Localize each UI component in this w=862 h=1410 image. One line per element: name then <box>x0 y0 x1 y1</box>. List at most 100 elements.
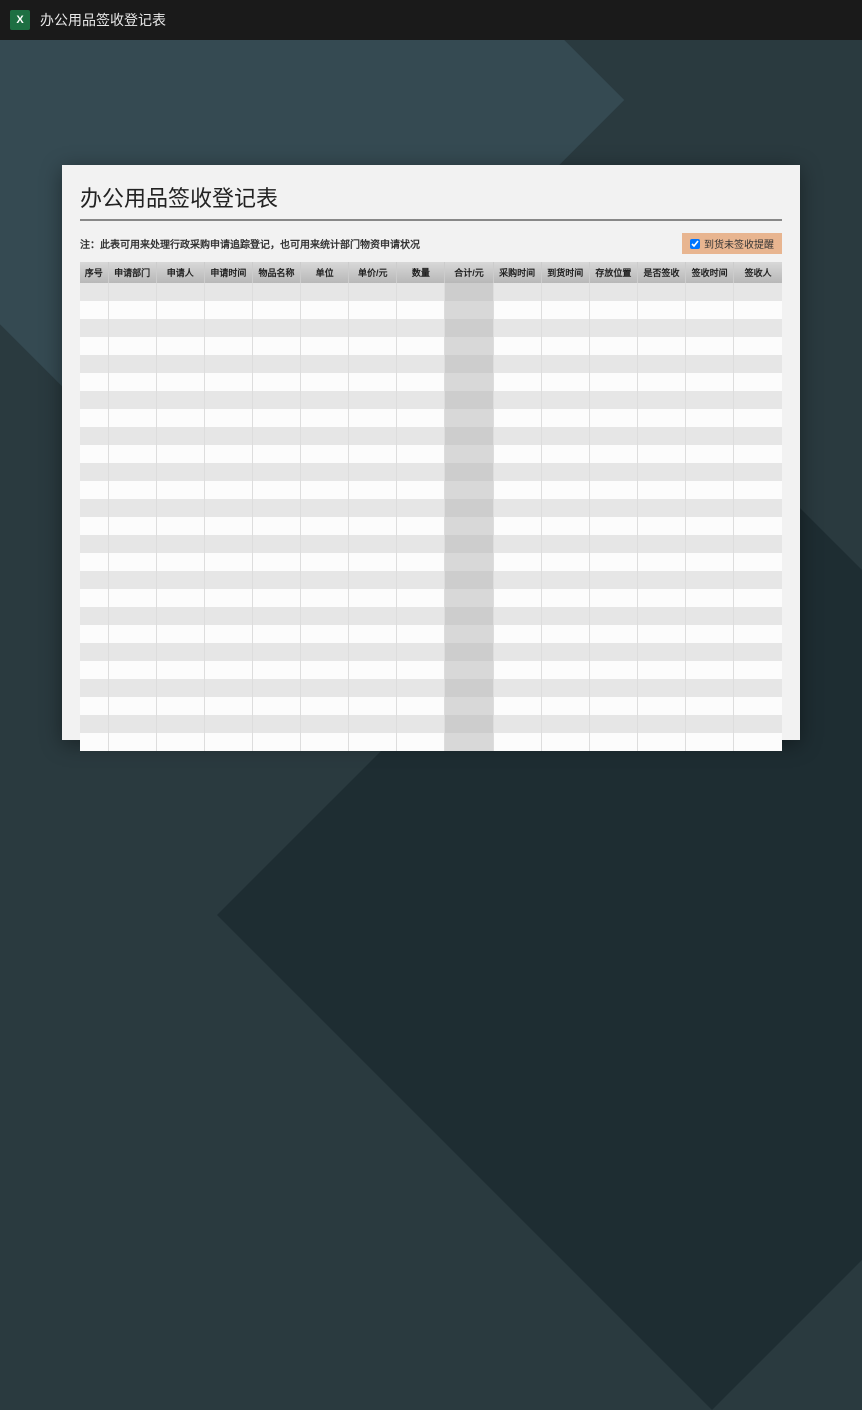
table-cell[interactable] <box>156 481 204 499</box>
table-cell[interactable] <box>349 607 397 625</box>
table-cell[interactable] <box>734 661 782 679</box>
table-cell[interactable] <box>156 499 204 517</box>
table-cell[interactable] <box>445 733 493 751</box>
table-cell[interactable] <box>637 337 685 355</box>
table-cell[interactable] <box>252 355 300 373</box>
table-cell[interactable] <box>301 319 349 337</box>
table-cell[interactable] <box>589 391 637 409</box>
table-cell[interactable] <box>204 373 252 391</box>
table-cell[interactable] <box>637 427 685 445</box>
table-cell[interactable] <box>252 373 300 391</box>
table-cell[interactable] <box>637 355 685 373</box>
table-cell[interactable] <box>637 445 685 463</box>
table-cell[interactable] <box>80 679 108 697</box>
table-cell[interactable] <box>301 733 349 751</box>
table-cell[interactable] <box>301 337 349 355</box>
table-cell[interactable] <box>541 571 589 589</box>
table-cell[interactable] <box>734 373 782 391</box>
table-cell[interactable] <box>493 733 541 751</box>
table-cell[interactable] <box>541 607 589 625</box>
table-cell[interactable] <box>108 445 156 463</box>
table-cell[interactable] <box>156 661 204 679</box>
table-cell[interactable] <box>301 535 349 553</box>
table-cell[interactable] <box>204 697 252 715</box>
table-cell[interactable] <box>493 517 541 535</box>
table-cell[interactable] <box>156 427 204 445</box>
table-cell[interactable] <box>204 481 252 499</box>
table-cell[interactable] <box>108 427 156 445</box>
table-cell[interactable] <box>541 661 589 679</box>
table-cell[interactable] <box>204 535 252 553</box>
table-cell[interactable] <box>493 589 541 607</box>
table-cell[interactable] <box>397 283 445 301</box>
table-cell[interactable] <box>349 499 397 517</box>
table-cell[interactable] <box>301 373 349 391</box>
table-cell[interactable] <box>445 589 493 607</box>
table-cell[interactable] <box>301 517 349 535</box>
table-cell[interactable] <box>301 355 349 373</box>
table-cell[interactable] <box>156 391 204 409</box>
table-cell[interactable] <box>734 283 782 301</box>
table-cell[interactable] <box>589 733 637 751</box>
table-cell[interactable] <box>589 283 637 301</box>
table-cell[interactable] <box>80 283 108 301</box>
table-cell[interactable] <box>397 697 445 715</box>
table-cell[interactable] <box>734 301 782 319</box>
table-cell[interactable] <box>156 319 204 337</box>
table-cell[interactable] <box>686 607 734 625</box>
table-cell[interactable] <box>204 715 252 733</box>
table-cell[interactable] <box>637 733 685 751</box>
table-cell[interactable] <box>252 517 300 535</box>
table-cell[interactable] <box>397 625 445 643</box>
table-cell[interactable] <box>301 589 349 607</box>
table-cell[interactable] <box>493 391 541 409</box>
table-cell[interactable] <box>541 625 589 643</box>
table-cell[interactable] <box>204 625 252 643</box>
table-cell[interactable] <box>445 391 493 409</box>
table-cell[interactable] <box>686 355 734 373</box>
table-cell[interactable] <box>349 571 397 589</box>
table-cell[interactable] <box>108 589 156 607</box>
table-cell[interactable] <box>108 517 156 535</box>
table-cell[interactable] <box>108 355 156 373</box>
table-cell[interactable] <box>349 589 397 607</box>
table-cell[interactable] <box>397 517 445 535</box>
table-cell[interactable] <box>397 679 445 697</box>
table-cell[interactable] <box>493 445 541 463</box>
table-cell[interactable] <box>637 283 685 301</box>
table-cell[interactable] <box>493 319 541 337</box>
table-cell[interactable] <box>734 589 782 607</box>
table-cell[interactable] <box>589 625 637 643</box>
table-cell[interactable] <box>445 625 493 643</box>
table-cell[interactable] <box>397 535 445 553</box>
table-cell[interactable] <box>637 373 685 391</box>
table-cell[interactable] <box>734 535 782 553</box>
table-cell[interactable] <box>80 355 108 373</box>
table-cell[interactable] <box>589 499 637 517</box>
table-cell[interactable] <box>301 391 349 409</box>
table-cell[interactable] <box>686 679 734 697</box>
table-cell[interactable] <box>493 481 541 499</box>
table-cell[interactable] <box>397 715 445 733</box>
table-cell[interactable] <box>686 589 734 607</box>
table-cell[interactable] <box>349 427 397 445</box>
table-cell[interactable] <box>589 409 637 427</box>
table-cell[interactable] <box>156 283 204 301</box>
table-cell[interactable] <box>589 319 637 337</box>
table-cell[interactable] <box>301 607 349 625</box>
table-cell[interactable] <box>252 445 300 463</box>
table-cell[interactable] <box>252 571 300 589</box>
table-cell[interactable] <box>108 679 156 697</box>
table-cell[interactable] <box>637 409 685 427</box>
table-cell[interactable] <box>637 643 685 661</box>
table-cell[interactable] <box>637 535 685 553</box>
table-cell[interactable] <box>349 643 397 661</box>
table-cell[interactable] <box>686 715 734 733</box>
table-cell[interactable] <box>80 643 108 661</box>
table-cell[interactable] <box>349 553 397 571</box>
table-cell[interactable] <box>397 643 445 661</box>
table-cell[interactable] <box>349 715 397 733</box>
table-cell[interactable] <box>589 517 637 535</box>
table-cell[interactable] <box>734 463 782 481</box>
table-cell[interactable] <box>493 283 541 301</box>
